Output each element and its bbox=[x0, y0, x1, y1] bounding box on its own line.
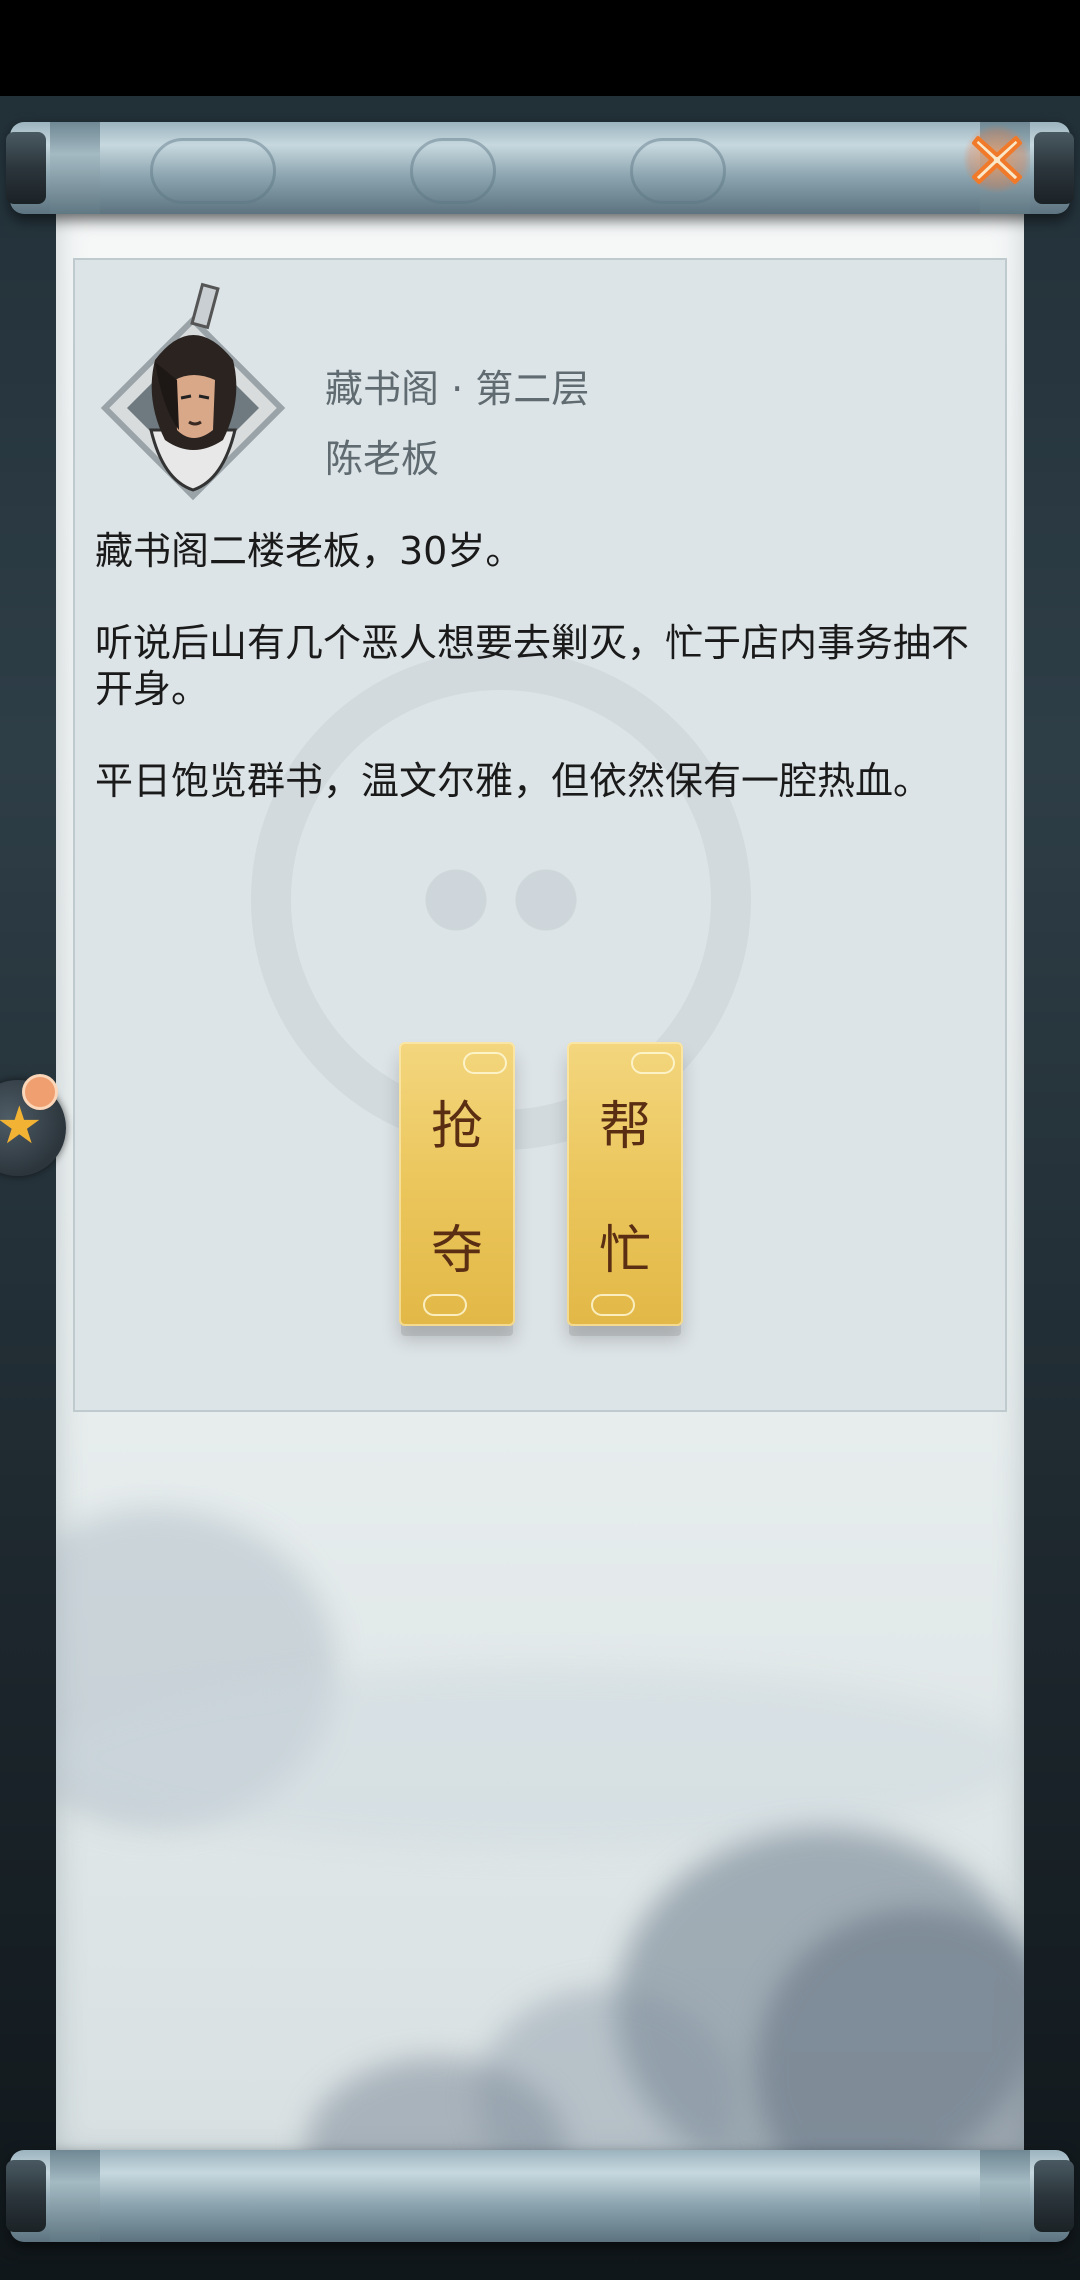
rob-button[interactable]: 抢 夺 bbox=[399, 1042, 515, 1326]
notification-dot bbox=[22, 1074, 58, 1110]
game-screen: 藏书阁 · 第二层 陈老板 藏书阁二楼老板，30岁。 听说后山有几个恶人想要去剿… bbox=[0, 0, 1080, 2280]
close-icon bbox=[972, 136, 1022, 184]
scroll-rod-bottom bbox=[6, 2150, 1074, 2242]
rob-label-char: 夺 bbox=[430, 1221, 483, 1281]
help-label-char: 帮 bbox=[598, 1097, 651, 1157]
close-button[interactable] bbox=[962, 124, 1032, 194]
help-label-char: 忙 bbox=[598, 1221, 651, 1281]
description-line: 藏书阁二楼老板，30岁。 bbox=[95, 529, 524, 573]
npc-portrait-icon bbox=[100, 282, 286, 501]
description-line: 平日饱览群书，温文尔雅，但依然保有一腔热血。 bbox=[95, 759, 932, 803]
description-line: 听说后山有几个恶人想要去剿灭，忙于店内事务抽不开身。 bbox=[95, 621, 970, 711]
npc-info-panel: 藏书阁 · 第二层 陈老板 藏书阁二楼老板，30岁。 听说后山有几个恶人想要去剿… bbox=[73, 258, 1007, 1412]
location-title: 藏书阁 · 第二层 bbox=[325, 367, 590, 411]
rob-label-char: 抢 bbox=[430, 1097, 483, 1157]
npc-name: 陈老板 bbox=[325, 437, 440, 481]
help-button[interactable]: 帮 忙 bbox=[567, 1042, 683, 1326]
scroll-rod-top bbox=[6, 122, 1074, 214]
status-bar bbox=[0, 0, 1080, 96]
npc-description: 藏书阁二楼老板，30岁。 听说后山有几个恶人想要去剿灭，忙于店内事务抽不开身。 … bbox=[95, 528, 975, 850]
npc-avatar bbox=[93, 280, 293, 510]
